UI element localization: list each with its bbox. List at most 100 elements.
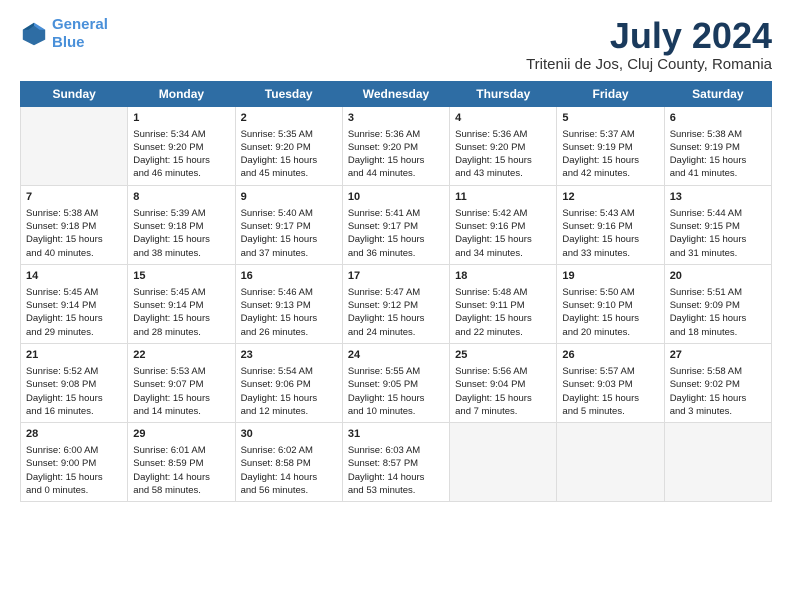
table-row: 8Sunrise: 5:39 AM Sunset: 9:18 PM Daylig… <box>128 185 235 264</box>
day-number: 8 <box>133 190 229 206</box>
table-row: 2Sunrise: 5:35 AM Sunset: 9:20 PM Daylig… <box>235 106 342 185</box>
table-row <box>664 423 771 502</box>
day-number: 6 <box>670 111 766 127</box>
header: General Blue July 2024 Tritenii de Jos, … <box>20 16 772 73</box>
table-row: 31Sunrise: 6:03 AM Sunset: 8:57 PM Dayli… <box>342 423 449 502</box>
page: General Blue July 2024 Tritenii de Jos, … <box>0 0 792 512</box>
month-title: July 2024 <box>526 16 772 56</box>
day-info: Sunrise: 6:01 AM Sunset: 8:59 PM Dayligh… <box>133 444 229 497</box>
day-info: Sunrise: 5:58 AM Sunset: 9:02 PM Dayligh… <box>670 365 766 418</box>
table-row: 5Sunrise: 5:37 AM Sunset: 9:19 PM Daylig… <box>557 106 664 185</box>
day-info: Sunrise: 5:57 AM Sunset: 9:03 PM Dayligh… <box>562 365 658 418</box>
day-info: Sunrise: 5:45 AM Sunset: 9:14 PM Dayligh… <box>26 286 122 339</box>
header-row: Sunday Monday Tuesday Wednesday Thursday… <box>21 81 772 106</box>
col-monday: Monday <box>128 81 235 106</box>
table-row: 17Sunrise: 5:47 AM Sunset: 9:12 PM Dayli… <box>342 264 449 343</box>
table-row: 7Sunrise: 5:38 AM Sunset: 9:18 PM Daylig… <box>21 185 128 264</box>
table-row: 29Sunrise: 6:01 AM Sunset: 8:59 PM Dayli… <box>128 423 235 502</box>
day-number: 18 <box>455 269 551 285</box>
day-info: Sunrise: 5:36 AM Sunset: 9:20 PM Dayligh… <box>348 128 444 181</box>
table-row: 16Sunrise: 5:46 AM Sunset: 9:13 PM Dayli… <box>235 264 342 343</box>
title-area: July 2024 Tritenii de Jos, Cluj County, … <box>526 16 772 73</box>
day-info: Sunrise: 5:43 AM Sunset: 9:16 PM Dayligh… <box>562 207 658 260</box>
day-number: 21 <box>26 348 122 364</box>
day-number: 28 <box>26 427 122 443</box>
day-number: 15 <box>133 269 229 285</box>
table-row: 14Sunrise: 5:45 AM Sunset: 9:14 PM Dayli… <box>21 264 128 343</box>
calendar-row: 7Sunrise: 5:38 AM Sunset: 9:18 PM Daylig… <box>21 185 772 264</box>
table-row: 6Sunrise: 5:38 AM Sunset: 9:19 PM Daylig… <box>664 106 771 185</box>
day-info: Sunrise: 5:40 AM Sunset: 9:17 PM Dayligh… <box>241 207 337 260</box>
day-info: Sunrise: 5:55 AM Sunset: 9:05 PM Dayligh… <box>348 365 444 418</box>
day-number: 22 <box>133 348 229 364</box>
table-row: 26Sunrise: 5:57 AM Sunset: 9:03 PM Dayli… <box>557 343 664 422</box>
day-number: 14 <box>26 269 122 285</box>
day-info: Sunrise: 5:45 AM Sunset: 9:14 PM Dayligh… <box>133 286 229 339</box>
day-number: 9 <box>241 190 337 206</box>
day-info: Sunrise: 5:48 AM Sunset: 9:11 PM Dayligh… <box>455 286 551 339</box>
logo-icon <box>20 20 48 48</box>
day-number: 31 <box>348 427 444 443</box>
table-row <box>557 423 664 502</box>
table-row: 12Sunrise: 5:43 AM Sunset: 9:16 PM Dayli… <box>557 185 664 264</box>
col-wednesday: Wednesday <box>342 81 449 106</box>
col-thursday: Thursday <box>450 81 557 106</box>
day-info: Sunrise: 5:51 AM Sunset: 9:09 PM Dayligh… <box>670 286 766 339</box>
day-number: 24 <box>348 348 444 364</box>
table-row: 25Sunrise: 5:56 AM Sunset: 9:04 PM Dayli… <box>450 343 557 422</box>
day-number: 5 <box>562 111 658 127</box>
day-info: Sunrise: 5:44 AM Sunset: 9:15 PM Dayligh… <box>670 207 766 260</box>
col-tuesday: Tuesday <box>235 81 342 106</box>
table-row: 22Sunrise: 5:53 AM Sunset: 9:07 PM Dayli… <box>128 343 235 422</box>
table-row: 24Sunrise: 5:55 AM Sunset: 9:05 PM Dayli… <box>342 343 449 422</box>
calendar-row: 28Sunrise: 6:00 AM Sunset: 9:00 PM Dayli… <box>21 423 772 502</box>
table-row: 28Sunrise: 6:00 AM Sunset: 9:00 PM Dayli… <box>21 423 128 502</box>
day-info: Sunrise: 5:47 AM Sunset: 9:12 PM Dayligh… <box>348 286 444 339</box>
day-number: 23 <box>241 348 337 364</box>
logo-text: General Blue <box>52 16 108 52</box>
day-info: Sunrise: 5:35 AM Sunset: 9:20 PM Dayligh… <box>241 128 337 181</box>
day-info: Sunrise: 5:54 AM Sunset: 9:06 PM Dayligh… <box>241 365 337 418</box>
day-number: 30 <box>241 427 337 443</box>
day-info: Sunrise: 6:03 AM Sunset: 8:57 PM Dayligh… <box>348 444 444 497</box>
table-row: 23Sunrise: 5:54 AM Sunset: 9:06 PM Dayli… <box>235 343 342 422</box>
day-info: Sunrise: 5:56 AM Sunset: 9:04 PM Dayligh… <box>455 365 551 418</box>
table-row: 19Sunrise: 5:50 AM Sunset: 9:10 PM Dayli… <box>557 264 664 343</box>
logo: General Blue <box>20 16 108 52</box>
day-info: Sunrise: 5:34 AM Sunset: 9:20 PM Dayligh… <box>133 128 229 181</box>
day-number: 11 <box>455 190 551 206</box>
day-info: Sunrise: 5:52 AM Sunset: 9:08 PM Dayligh… <box>26 365 122 418</box>
calendar-table: Sunday Monday Tuesday Wednesday Thursday… <box>20 81 772 503</box>
day-info: Sunrise: 5:38 AM Sunset: 9:19 PM Dayligh… <box>670 128 766 181</box>
day-number: 29 <box>133 427 229 443</box>
table-row: 20Sunrise: 5:51 AM Sunset: 9:09 PM Dayli… <box>664 264 771 343</box>
day-number: 4 <box>455 111 551 127</box>
day-info: Sunrise: 5:36 AM Sunset: 9:20 PM Dayligh… <box>455 128 551 181</box>
day-info: Sunrise: 5:53 AM Sunset: 9:07 PM Dayligh… <box>133 365 229 418</box>
col-friday: Friday <box>557 81 664 106</box>
day-info: Sunrise: 5:38 AM Sunset: 9:18 PM Dayligh… <box>26 207 122 260</box>
table-row: 3Sunrise: 5:36 AM Sunset: 9:20 PM Daylig… <box>342 106 449 185</box>
table-row: 1Sunrise: 5:34 AM Sunset: 9:20 PM Daylig… <box>128 106 235 185</box>
day-number: 17 <box>348 269 444 285</box>
table-row <box>21 106 128 185</box>
table-row: 11Sunrise: 5:42 AM Sunset: 9:16 PM Dayli… <box>450 185 557 264</box>
day-number: 13 <box>670 190 766 206</box>
table-row: 30Sunrise: 6:02 AM Sunset: 8:58 PM Dayli… <box>235 423 342 502</box>
calendar-row: 14Sunrise: 5:45 AM Sunset: 9:14 PM Dayli… <box>21 264 772 343</box>
table-row: 21Sunrise: 5:52 AM Sunset: 9:08 PM Dayli… <box>21 343 128 422</box>
day-info: Sunrise: 5:39 AM Sunset: 9:18 PM Dayligh… <box>133 207 229 260</box>
day-info: Sunrise: 5:37 AM Sunset: 9:19 PM Dayligh… <box>562 128 658 181</box>
day-number: 26 <box>562 348 658 364</box>
day-number: 2 <box>241 111 337 127</box>
day-number: 3 <box>348 111 444 127</box>
day-number: 16 <box>241 269 337 285</box>
table-row: 13Sunrise: 5:44 AM Sunset: 9:15 PM Dayli… <box>664 185 771 264</box>
day-info: Sunrise: 5:50 AM Sunset: 9:10 PM Dayligh… <box>562 286 658 339</box>
day-number: 20 <box>670 269 766 285</box>
table-row: 27Sunrise: 5:58 AM Sunset: 9:02 PM Dayli… <box>664 343 771 422</box>
table-row: 9Sunrise: 5:40 AM Sunset: 9:17 PM Daylig… <box>235 185 342 264</box>
day-info: Sunrise: 5:41 AM Sunset: 9:17 PM Dayligh… <box>348 207 444 260</box>
day-number: 27 <box>670 348 766 364</box>
day-info: Sunrise: 6:02 AM Sunset: 8:58 PM Dayligh… <box>241 444 337 497</box>
